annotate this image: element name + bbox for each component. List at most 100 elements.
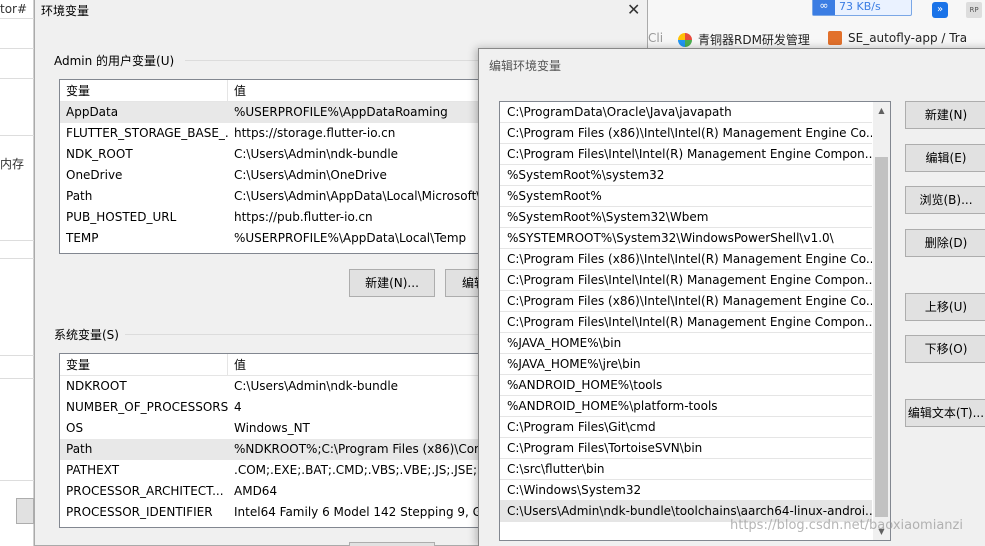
bookmark-favicon-icon	[678, 32, 692, 47]
new-button[interactable]: 新建(N)	[905, 101, 985, 129]
var-name: NDK_ROOT	[66, 147, 133, 161]
watermark: https://blog.csdn.net/baoxiaomianzi	[730, 518, 963, 533]
move-up-button[interactable]: 上移(U)	[905, 293, 985, 321]
var-name: OS	[66, 421, 84, 435]
list-item[interactable]: %ANDROID_HOME%\platform-tools	[500, 396, 872, 417]
list-item[interactable]: C:\src\flutter\bin	[500, 459, 872, 480]
bookmark-label: Cli	[648, 31, 664, 45]
var-name: OneDrive	[66, 168, 123, 182]
var-name: Path	[66, 189, 93, 203]
browse-button[interactable]: 浏览(B)...	[905, 186, 985, 214]
path-entries-list[interactable]: C:\ProgramData\Oracle\Java\javapath C:\P…	[499, 101, 891, 541]
list-item[interactable]: NUMBER_OF_PROCESSORS 4	[60, 397, 488, 418]
close-icon[interactable]: ✕	[627, 0, 640, 19]
list-item[interactable]: PUB_HOSTED_URL https://pub.flutter-io.cn	[60, 207, 488, 228]
bookmark-label: SE_autofly-app / Tra	[848, 31, 968, 45]
var-value: https://pub.flutter-io.cn	[234, 210, 373, 224]
speed-text: 73 KB/s	[839, 0, 881, 13]
var-value: Intel64 Family 6 Model 142 Stepping 9, G…	[234, 505, 488, 519]
var-name: NUMBER_OF_PROCESSORS	[66, 400, 228, 414]
extension-icon[interactable]: »	[932, 2, 948, 18]
bookmark-item[interactable]: 青铜器RDM研发管理	[678, 31, 810, 48]
bookmark-item[interactable]: SE_autofly-app / Tra	[828, 31, 967, 45]
divider	[0, 135, 34, 136]
var-value: 4	[234, 400, 242, 414]
column-header-variable[interactable]: 变量	[60, 354, 228, 375]
user-variables-label: Admin 的用户变量(U)	[54, 54, 175, 68]
divider	[0, 258, 34, 259]
divider	[0, 378, 34, 379]
var-value: C:\Users\Admin\OneDrive	[234, 168, 387, 182]
list-item[interactable]: C:\Program Files (x86)\Intel\Intel(R) Ma…	[500, 249, 872, 270]
var-name: PATHEXT	[66, 463, 120, 477]
var-name: Path	[66, 442, 93, 456]
background-text: 内存	[0, 157, 25, 171]
list-item[interactable]: TEMP %USERPROFILE%\AppData\Local\Temp	[60, 228, 488, 249]
list-item[interactable]: C:\Program Files\Git\cmd	[500, 417, 872, 438]
list-item[interactable]: C:\Program Files (x86)\Intel\Intel(R) Ma…	[500, 123, 872, 144]
dialog-title: 编辑环境变量	[489, 59, 562, 73]
list-item[interactable]: FLUTTER_STORAGE_BASE_... https://storage.…	[60, 123, 488, 144]
list-item[interactable]: Path C:\Users\Admin\AppData\Local\Microso…	[60, 186, 488, 207]
var-value: C:\Users\Admin\AppData\Local\Microsoft\	[234, 189, 481, 203]
background-button[interactable]	[16, 498, 34, 524]
list-item[interactable]: AppData %USERPROFILE%\AppDataRoaming	[60, 102, 488, 123]
user-variables-list[interactable]: 变量 值 AppData %USERPROFILE%\AppDataRoaming…	[59, 79, 489, 254]
list-item[interactable]: C:\Program Files\Intel\Intel(R) Manageme…	[500, 312, 872, 333]
list-item[interactable]: C:\Program Files\Intel\Intel(R) Manageme…	[500, 270, 872, 291]
var-value: .COM;.EXE;.BAT;.CMD;.VBS;.VBE;.JS;.JSE;.…	[234, 463, 488, 477]
list-item[interactable]: %SystemRoot%	[500, 186, 872, 207]
var-name: AppData	[66, 105, 119, 119]
list-item[interactable]: C:\Windows\System32	[500, 480, 872, 501]
list-item[interactable]: NDK_ROOT C:\Users\Admin\ndk-bundle	[60, 144, 488, 165]
browser-toolbar: ∞ 73 KB/s » RP Cli 青铜器RDM研发管理 SE_autofly…	[648, 0, 985, 50]
divider	[0, 480, 34, 481]
list-item[interactable]: C:\ProgramData\Oracle\Java\javapath	[500, 102, 872, 123]
list-item[interactable]: C:\Program Files\TortoiseSVN\bin	[500, 438, 872, 459]
var-name: PROCESSOR_ARCHITECT...	[66, 484, 224, 498]
system-variables-label: 系统变量(S)	[54, 328, 119, 342]
list-item[interactable]: NDKROOT C:\Users\Admin\ndk-bundle	[60, 376, 488, 397]
list-item[interactable]: %JAVA_HOME%\bin	[500, 333, 872, 354]
list-item[interactable]: Path %NDKROOT%;C:\Program Files (x86)\Com	[60, 439, 488, 460]
user-new-button[interactable]: 新建(N)...	[349, 269, 435, 297]
scrollbar-thumb[interactable]	[875, 157, 888, 517]
list-item[interactable]: PATHEXT .COM;.EXE;.BAT;.CMD;.VBS;.VBE;.JS…	[60, 460, 488, 481]
network-speed-widget[interactable]: ∞ 73 KB/s	[812, 0, 912, 16]
list-item[interactable]: %ANDROID_HOME%\tools	[500, 375, 872, 396]
list-item[interactable]: PROCESSOR_IDENTIFIER Intel64 Family 6 Mod…	[60, 502, 488, 523]
edit-button[interactable]: 编辑(E)	[905, 144, 985, 172]
column-header-value[interactable]: 值	[228, 354, 246, 375]
gitlab-icon	[828, 31, 842, 45]
extension-rp-icon[interactable]: RP	[966, 2, 982, 18]
var-value: https://storage.flutter-io.cn	[234, 126, 396, 140]
list-item[interactable]: OneDrive C:\Users\Admin\OneDrive	[60, 165, 488, 186]
list-header: 变量 值	[60, 80, 488, 102]
list-item[interactable]: %SystemRoot%\system32	[500, 165, 872, 186]
bookmark-label: 青铜器RDM研发管理	[698, 33, 810, 47]
list-item[interactable]: %SYSTEMROOT%\System32\WindowsPowerShell\…	[500, 228, 872, 249]
var-name: PROCESSOR_IDENTIFIER	[66, 505, 213, 519]
column-header-value[interactable]: 值	[228, 80, 246, 101]
list-item[interactable]: C:\Program Files\Intel\Intel(R) Manageme…	[500, 144, 872, 165]
system-variables-list[interactable]: 变量 值 NDKROOT C:\Users\Admin\ndk-bundle NU…	[59, 353, 489, 528]
column-header-variable[interactable]: 变量	[60, 80, 228, 101]
system-new-button[interactable]	[349, 542, 435, 546]
list-item[interactable]: %JAVA_HOME%\jre\bin	[500, 354, 872, 375]
var-value: AMD64	[234, 484, 278, 498]
list-item[interactable]: C:\Program Files (x86)\Intel\Intel(R) Ma…	[500, 291, 872, 312]
vertical-scrollbar[interactable]: ▲ ▼	[873, 102, 890, 540]
move-down-button[interactable]: 下移(O)	[905, 335, 985, 363]
delete-button[interactable]: 删除(D)	[905, 229, 985, 257]
list-item[interactable]: %SystemRoot%\System32\Wbem	[500, 207, 872, 228]
scroll-up-icon[interactable]: ▲	[873, 102, 890, 119]
divider	[0, 355, 34, 356]
background-window: tor# 内存	[0, 0, 34, 546]
list-item[interactable]: OS Windows_NT	[60, 418, 488, 439]
edit-text-button[interactable]: 编辑文本(T)...	[905, 399, 985, 427]
bookmark-item[interactable]: Cli	[648, 31, 663, 45]
list-item[interactable]: PROCESSOR_ARCHITECT... AMD64	[60, 481, 488, 502]
infinity-icon: ∞	[813, 0, 835, 15]
var-name: FLUTTER_STORAGE_BASE_...	[66, 126, 228, 140]
var-value: %USERPROFILE%\AppDataRoaming	[234, 105, 448, 119]
